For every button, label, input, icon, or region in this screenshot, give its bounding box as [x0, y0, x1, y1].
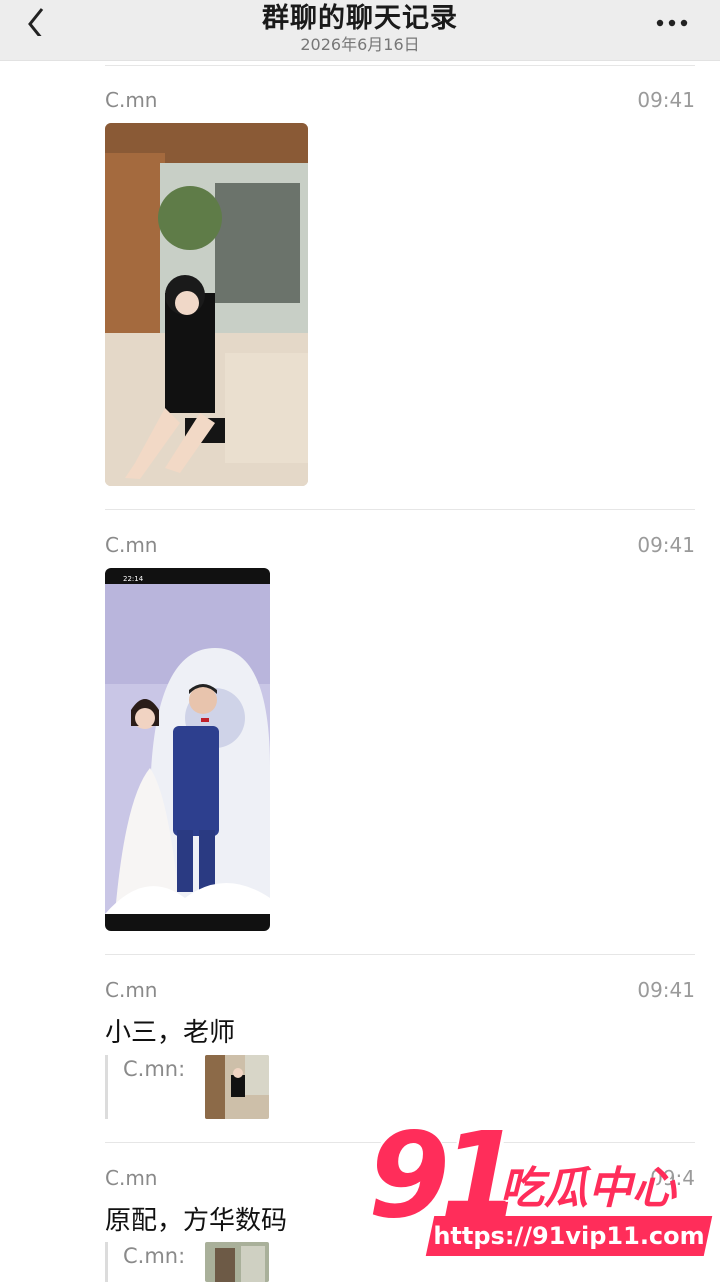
message-time: 09:41: [637, 978, 695, 1002]
message-sender: C.mn: [105, 533, 158, 557]
more-icon[interactable]: [654, 16, 694, 30]
quote-thumbnail[interactable]: [205, 1055, 269, 1119]
message-image-wedding[interactable]: 22:14: [105, 568, 270, 931]
message-time: 09:41: [637, 533, 695, 557]
page-title: 群聊的聊天记录: [262, 3, 458, 34]
watermark-url-box: https://91vip11.com: [425, 1216, 713, 1256]
watermark-logo: 91 吃瓜中心 https://91vip11.com: [368, 1106, 713, 1264]
quoted-message[interactable]: C.mn:: [105, 1055, 278, 1119]
divider: [105, 954, 695, 955]
message-sender: C.mn: [105, 978, 158, 1002]
message-sender: C.mn: [105, 1166, 158, 1190]
nav-bar: 群聊的聊天记录 2026年6月16日: [0, 0, 720, 61]
watermark-url: https://91vip11.com: [433, 1222, 705, 1250]
quoted-message[interactable]: C.mn:: [105, 1242, 278, 1282]
quote-sender: C.mn:: [123, 1244, 186, 1268]
message-image-room[interactable]: [105, 123, 308, 486]
message-sender: C.mn: [105, 88, 158, 112]
message-text: 小三，老师: [105, 1018, 236, 1048]
message-time: 09:41: [637, 88, 695, 112]
message-text: 原配，方华数码: [105, 1206, 288, 1236]
divider: [105, 509, 695, 510]
quote-thumbnail[interactable]: [205, 1242, 269, 1282]
page-date: 2026年6月16日: [300, 35, 420, 54]
status-time: 22:14: [123, 575, 144, 583]
watermark-label: 吃瓜中心: [500, 1163, 676, 1214]
divider: [105, 65, 695, 66]
quote-sender: C.mn:: [123, 1057, 186, 1081]
